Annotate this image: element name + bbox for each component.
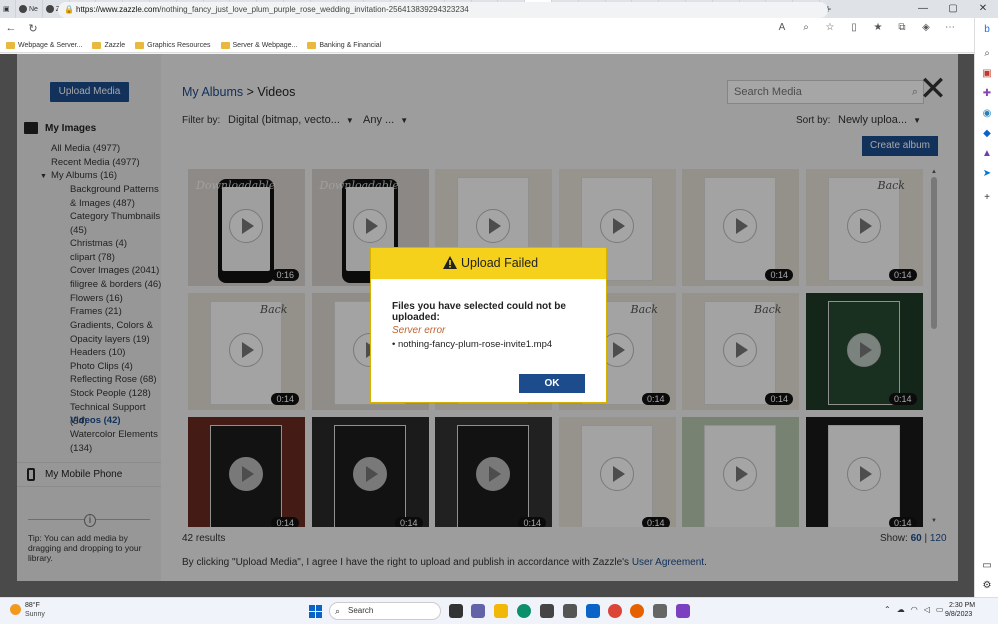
teams-icon[interactable] — [471, 604, 485, 618]
ok-button[interactable]: OK — [519, 374, 585, 393]
outlook-icon[interactable] — [586, 604, 600, 618]
volume-icon[interactable]: ◁ — [924, 605, 930, 614]
address-bar-icons: A ⌕ ☆ ▯ ★ ⧉ ◈ ⋯ — [770, 18, 962, 38]
bookmark-item[interactable]: Webpage & Server... — [6, 41, 83, 49]
outlook-icon[interactable]: ◆ — [979, 126, 995, 142]
folder-icon — [220, 41, 230, 49]
bookmark-item[interactable]: Zazzle — [92, 41, 126, 49]
failed-file-name: nothing-fancy-plum-rose-invite1.mp4 — [397, 339, 553, 350]
close-window-icon[interactable]: ✕ — [968, 0, 998, 18]
folder-icon — [92, 41, 102, 49]
folder-icon — [6, 41, 15, 49]
zoom-icon[interactable]: ⌕ — [794, 18, 818, 38]
back-icon[interactable]: ← — [0, 22, 22, 34]
read-aloud-icon[interactable]: A — [770, 18, 794, 38]
edge-sidebar: b ⌕ ▣ ✚ ◉ ◆ ▲ ➤ + ▭ ⚙ — [974, 18, 998, 598]
url-path: /nothing_fancy_just_love_plum_purple_ros… — [159, 5, 469, 14]
favorite-star-icon[interactable]: ☆ — [818, 18, 842, 38]
tab-favicon-icon — [45, 5, 54, 13]
wifi-icon[interactable]: ◠ — [911, 605, 918, 614]
copilot-icon[interactable]: b — [979, 22, 995, 38]
extensions-icon[interactable]: ◈ — [914, 18, 938, 38]
favorites-icon[interactable]: ★ — [866, 18, 890, 38]
failed-file-item: • nothing-fancy-plum-rose-invite1.mp4 — [392, 339, 553, 350]
add-sidebar-icon[interactable]: + — [979, 190, 995, 206]
lock-icon: 🔒 — [64, 5, 74, 14]
taskbar-search-placeholder: Search — [348, 606, 374, 615]
bookmark-item[interactable]: Banking & Financial — [307, 41, 382, 49]
firefox-icon[interactable] — [630, 604, 644, 618]
battery-icon[interactable]: ▭ — [936, 605, 944, 614]
url-host: https://www.zazzle.com — [76, 5, 160, 14]
store-icon[interactable] — [540, 604, 554, 618]
more-menu-icon[interactable]: ⋯ — [938, 18, 962, 38]
drop-icon[interactable]: ▲ — [979, 146, 995, 162]
bookmarks-bar: Webpage & Server... Zazzle Graphics Resour… — [0, 38, 998, 53]
bookmark-label: Zazzle — [104, 41, 126, 49]
minimize-icon[interactable]: — — [908, 0, 938, 18]
edge-icon[interactable] — [517, 604, 531, 618]
clock-time[interactable]: 2:30 PM — [949, 602, 975, 609]
system-tray: ⌃ ☁ ◠ ◁ ▭ — [884, 605, 943, 614]
folder-icon — [135, 41, 145, 49]
upload-failed-dialog: Upload Failed Files you have selected co… — [371, 248, 606, 402]
refresh-icon[interactable]: ↻ — [22, 22, 44, 35]
bookmark-item[interactable]: Server & Webpage... — [220, 41, 298, 49]
warning-icon — [443, 256, 457, 269]
folder-icon — [307, 41, 317, 49]
chevron-up-icon[interactable]: ⌃ — [884, 605, 891, 614]
windows-start-icon[interactable] — [309, 605, 322, 618]
tab-label: Ne — [29, 5, 38, 13]
search-icon: ⌕ — [335, 606, 341, 616]
app-icon[interactable] — [563, 604, 577, 618]
sidebar-panel-icon[interactable]: ▭ — [979, 558, 995, 574]
tools-icon[interactable]: ✚ — [979, 86, 995, 102]
send-icon[interactable]: ➤ — [979, 166, 995, 182]
clock-date[interactable]: 9/8/2023 — [945, 611, 972, 618]
browser-tab[interactable]: Ne — [16, 0, 43, 18]
dialog-error: Server error — [392, 325, 446, 336]
dialog-header: Upload Failed — [371, 248, 606, 279]
settings-gear-icon[interactable]: ⚙ — [979, 578, 995, 594]
bookmark-label: Server & Webpage... — [232, 41, 298, 49]
file-explorer-icon[interactable] — [494, 604, 508, 618]
url-field[interactable]: 🔒 https://www.zazzle.com/nothing_fancy_j… — [58, 2, 828, 18]
app-icon[interactable] — [653, 604, 667, 618]
search-sidebar-icon[interactable]: ⌕ — [979, 46, 995, 62]
dialog-message: Files you have selected could not be upl… — [392, 301, 566, 323]
bookmark-label: Banking & Financial — [319, 41, 382, 49]
sun-icon[interactable] — [10, 604, 21, 615]
bookmark-item[interactable]: Graphics Resources — [135, 41, 211, 49]
onedrive-icon[interactable]: ☁ — [897, 605, 905, 614]
maximize-icon[interactable]: ▢ — [938, 0, 968, 18]
app-icon[interactable] — [676, 604, 690, 618]
taskbar-search[interactable]: ⌕ Search — [329, 602, 441, 620]
taskbar: 88°F Sunny ⌕ Search ⌃ ☁ ◠ ◁ ▭ 2:30 PM 9/… — [0, 597, 998, 624]
dialog-title: Upload Failed — [461, 256, 539, 270]
chrome-icon[interactable] — [608, 604, 622, 618]
bookmark-label: Graphics Resources — [147, 41, 211, 49]
window-controls: — ▢ ✕ — [908, 0, 998, 18]
bookmark-label: Webpage & Server... — [18, 41, 83, 49]
office-icon[interactable]: ◉ — [979, 106, 995, 122]
shopping-icon[interactable]: ▣ — [979, 66, 995, 82]
weather-desc[interactable]: Sunny — [25, 611, 45, 618]
split-screen-icon[interactable]: ▯ — [842, 18, 866, 38]
window-menu-icon[interactable]: ▣ — [0, 0, 16, 18]
task-view-icon[interactable] — [449, 604, 463, 618]
tab-favicon-icon — [19, 5, 27, 13]
weather-temp[interactable]: 88°F — [25, 602, 40, 609]
collections-icon[interactable]: ⧉ — [890, 18, 914, 38]
